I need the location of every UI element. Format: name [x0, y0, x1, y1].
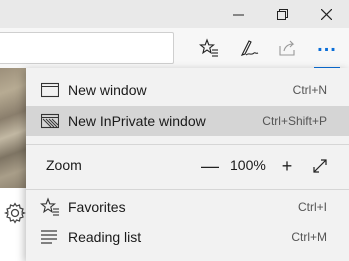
settings-menu: New window Ctrl+N New InPrivate window C…: [26, 68, 349, 261]
gear-icon[interactable]: [3, 202, 27, 224]
share-icon: [279, 40, 295, 56]
address-bar[interactable]: [0, 32, 174, 64]
menu-divider: [26, 189, 349, 190]
zoom-value: 100%: [230, 157, 266, 173]
fullscreen-button[interactable]: [308, 154, 332, 178]
restore-button[interactable]: [262, 0, 302, 28]
favorites-star-icon: [40, 197, 60, 217]
notes-button[interactable]: [234, 33, 264, 63]
menu-item-label: Favorites: [68, 199, 126, 215]
menu-item-new-window[interactable]: New window Ctrl+N: [26, 75, 349, 105]
inprivate-icon: [40, 111, 60, 131]
menu-divider: [26, 144, 349, 145]
more-button[interactable]: ...: [312, 33, 342, 69]
pen-sign-icon: [240, 40, 259, 56]
more-dots-icon: ...: [317, 34, 337, 56]
menu-item-new-inprivate-window[interactable]: New InPrivate window Ctrl+Shift+P: [26, 106, 349, 136]
minimize-button[interactable]: [218, 0, 258, 28]
zoom-out-button[interactable]: —: [198, 154, 222, 178]
menu-item-shortcut: Ctrl+Shift+P: [262, 114, 327, 128]
background-image: [0, 68, 26, 188]
share-button[interactable]: [272, 33, 302, 63]
menu-item-shortcut: Ctrl+I: [297, 200, 327, 214]
fullscreen-expand-icon: [313, 159, 327, 173]
zoom-row: Zoom — 100% +: [26, 151, 349, 181]
add-favorite-button[interactable]: [194, 33, 224, 63]
close-icon: [320, 8, 332, 20]
menu-item-shortcut: Ctrl+N: [292, 83, 327, 97]
title-bar: [0, 0, 349, 28]
zoom-label: Zoom: [46, 157, 82, 173]
plus-icon: +: [281, 155, 293, 176]
menu-item-label: New window: [68, 82, 147, 98]
zoom-in-button[interactable]: +: [275, 154, 299, 178]
restore-icon: [276, 8, 288, 20]
menu-item-label: New InPrivate window: [68, 113, 206, 129]
browser-toolbar: ...: [0, 28, 349, 69]
menu-item-reading-list[interactable]: Reading list Ctrl+M: [26, 222, 349, 252]
menu-item-shortcut: Ctrl+M: [291, 230, 327, 244]
window-icon: [40, 80, 60, 100]
add-favorite-star-icon: [199, 38, 218, 57]
reading-list-icon: [40, 227, 60, 247]
minimize-icon: [232, 14, 244, 15]
close-button[interactable]: [306, 0, 346, 28]
menu-item-label: Reading list: [68, 229, 142, 245]
menu-item-favorites[interactable]: Favorites Ctrl+I: [26, 192, 349, 222]
minus-icon: —: [201, 155, 219, 176]
